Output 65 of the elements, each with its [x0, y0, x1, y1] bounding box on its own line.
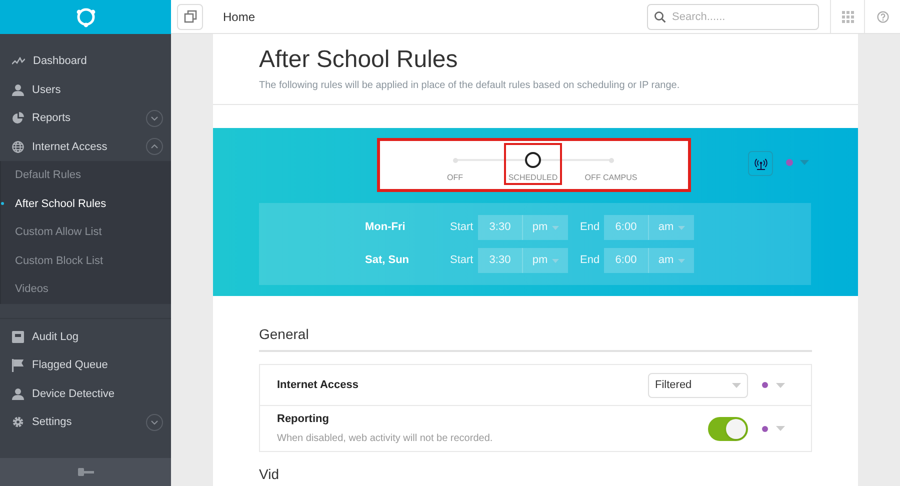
caret-icon	[732, 382, 741, 388]
settings-icon	[12, 416, 24, 428]
reporting-toggle[interactable]	[708, 416, 748, 440]
sidebar-item[interactable]: Users	[0, 76, 171, 104]
expand-icon[interactable]	[146, 414, 163, 431]
collapse-icon[interactable]	[146, 138, 163, 156]
grid-icon	[842, 10, 854, 22]
expand-icon[interactable]	[146, 110, 163, 127]
setting-description: When disabled, web activity will not be recorded.	[277, 432, 494, 446]
days-label: Sat, Sun	[364, 253, 410, 268]
flag-icon	[12, 358, 24, 372]
sidebar-item[interactable]: Device Detective	[0, 380, 171, 408]
logo-icon[interactable]	[74, 6, 96, 28]
submenu-item[interactable]: Custom Block List	[1, 246, 171, 275]
sidebar-item[interactable]: Settings	[0, 408, 171, 436]
sidebar-item[interactable]: Flagged Queue	[0, 351, 171, 380]
windows-icon	[184, 10, 196, 23]
setting-label: Reporting	[277, 412, 330, 428]
sidebar-item[interactable]: Dashboard	[0, 47, 171, 76]
search-field[interactable]: Search......	[647, 4, 819, 30]
globe-icon	[12, 140, 24, 153]
access-dropdown[interactable]: Filtered	[648, 372, 748, 398]
mode-slider[interactable]: OFF SCHEDULED OFF CAMPUS	[379, 140, 689, 190]
activity-icon	[12, 57, 25, 66]
help-icon	[876, 10, 888, 22]
slider-stop[interactable]	[608, 158, 614, 162]
user-icon	[12, 388, 24, 400]
sidebar-item[interactable]: Audit Log	[0, 322, 171, 351]
log-icon	[12, 330, 24, 343]
caret-icon	[678, 258, 685, 262]
pie-chart-icon	[12, 112, 24, 124]
slider-stop[interactable]	[452, 158, 458, 162]
user-icon	[12, 84, 24, 96]
start-label: Start	[449, 253, 474, 268]
end-label: End	[579, 220, 601, 236]
page-title: After School Rules	[259, 46, 459, 74]
end-label: End	[579, 253, 601, 268]
caret-icon	[552, 226, 559, 230]
section-heading: General	[259, 324, 812, 352]
start-label: Start	[449, 220, 474, 236]
sidebar-item[interactable]: Internet Access	[0, 132, 171, 161]
slider-label[interactable]: OFF CAMPUS	[584, 172, 638, 184]
submenu-item[interactable]: Default Rules	[1, 161, 171, 190]
caret-icon	[552, 258, 559, 262]
submenu-item[interactable]: Custom Allow List	[1, 218, 171, 246]
caret-icon	[678, 226, 685, 230]
sidebar-item[interactable]: Reports	[0, 104, 171, 132]
submenu-item[interactable]: Videos	[1, 275, 171, 304]
search-icon	[654, 10, 666, 22]
slider-label[interactable]: SCHEDULED	[508, 172, 558, 184]
antenna-icon	[754, 156, 768, 170]
breadcrumb[interactable]: Home	[223, 8, 256, 26]
caret-icon[interactable]	[776, 382, 785, 388]
section-heading: Vid	[259, 466, 280, 482]
slider-label[interactable]: OFF	[447, 172, 463, 184]
caret-icon[interactable]	[800, 160, 809, 165]
caret-icon[interactable]	[776, 426, 785, 431]
page-subtitle: The following rules will be applied in place of the default rules based on scheduling or IP range.	[259, 79, 681, 93]
slider-thumb[interactable]	[525, 152, 541, 168]
setting-label: Internet Access	[277, 378, 360, 393]
wifi-button[interactable]	[748, 151, 773, 176]
windows-button[interactable]	[177, 4, 203, 30]
submenu-item[interactable]: After School Rules	[1, 190, 171, 218]
key-icon[interactable]	[78, 468, 94, 476]
days-label: Mon-Fri	[364, 220, 406, 236]
